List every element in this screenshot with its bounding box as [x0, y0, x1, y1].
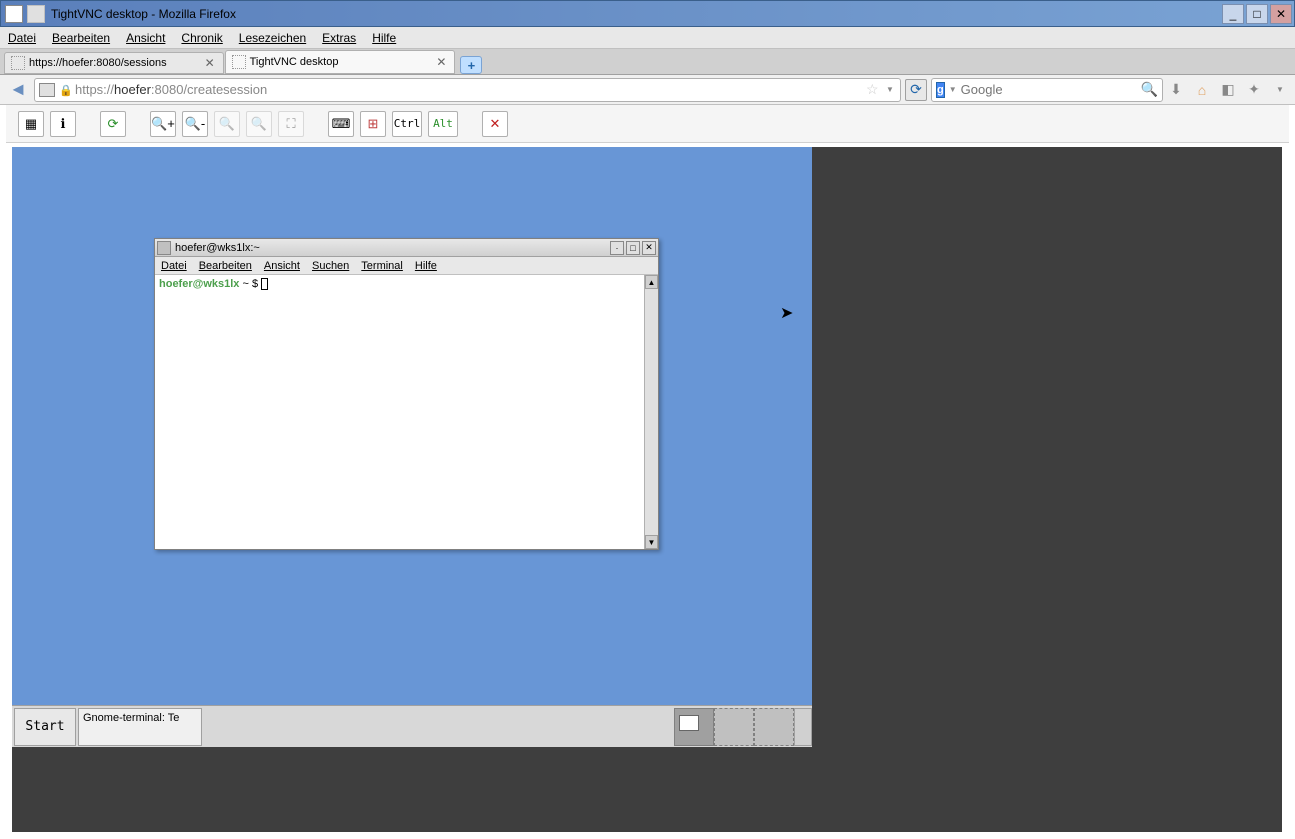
scroll-down-button[interactable]: ▼	[645, 535, 658, 549]
vnc-remote-desktop[interactable]: hoefer@wks1lx:~ · □ ✕ Datei Bearbeiten A…	[12, 147, 812, 747]
downloads-icon[interactable]: ⬇	[1167, 81, 1185, 99]
page-icon	[11, 56, 25, 70]
terminal-prompt-symbol: ~ $	[239, 278, 261, 290]
firefox-app-icon	[27, 5, 45, 23]
menu-datei[interactable]: Datei	[8, 31, 36, 45]
tab-close-button[interactable]: ✕	[203, 56, 217, 70]
tab-sessions[interactable]: https://hoefer:8080/sessions ✕	[4, 52, 224, 74]
term-menu-suchen[interactable]: Suchen	[312, 260, 349, 272]
search-bar[interactable]: g ▼ 🔍	[931, 78, 1163, 102]
window-title: TightVNC desktop - Mozilla Firefox	[49, 7, 1222, 21]
vnc-cad-button[interactable]: ⌨	[328, 111, 354, 137]
terminal-title: hoefer@wks1lx:~	[175, 242, 608, 254]
search-input[interactable]	[961, 82, 1137, 97]
terminal-shade-button[interactable]: ·	[610, 241, 624, 255]
menu-lesezeichen[interactable]: Lesezeichen	[239, 31, 306, 45]
search-engine-dropdown-icon[interactable]: ▼	[949, 85, 957, 94]
home-icon[interactable]: ⌂	[1193, 81, 1211, 99]
terminal-maximize-button[interactable]: □	[626, 241, 640, 255]
menu-extras[interactable]: Extras	[322, 31, 356, 45]
workspace-1[interactable]	[674, 708, 714, 746]
scroll-up-button[interactable]: ▲	[645, 275, 658, 289]
site-identity-icon[interactable]	[39, 83, 55, 97]
url-bar[interactable]: 🔒 https://hoefer:8080/createsession ☆ ▼	[34, 78, 901, 102]
vnc-winkey-button[interactable]: ⊞	[360, 111, 386, 137]
terminal-scrollbar[interactable]: ▲ ▼	[644, 275, 658, 549]
url-dropdown-icon[interactable]: ▼	[886, 85, 896, 94]
puzzle-icon[interactable]: ✦	[1245, 81, 1263, 99]
mouse-cursor-icon: ➤	[780, 303, 793, 323]
workspace-mini-window	[679, 715, 699, 731]
tab-label: https://hoefer:8080/sessions	[29, 57, 167, 69]
terminal-body[interactable]: hoefer@wks1lx ~ $ ▲ ▼	[155, 275, 658, 549]
term-menu-ansicht[interactable]: Ansicht	[264, 260, 300, 272]
workspace-2[interactable]	[714, 708, 754, 746]
back-button[interactable]: ◄	[6, 78, 30, 102]
vnc-refresh-button[interactable]: ⟳	[100, 111, 126, 137]
workspace-pager	[674, 708, 812, 746]
terminal-text-area[interactable]: hoefer@wks1lx ~ $	[155, 275, 644, 549]
vnc-toolbar: ▦ ℹ ⟳ 🔍+ 🔍- 🔍 🔍 ⛶ ⌨ ⊞ Ctrl Alt ✕	[6, 105, 1289, 143]
close-button[interactable]: ✕	[1270, 4, 1292, 24]
system-tray[interactable]	[794, 708, 812, 746]
page-content: hoefer@wks1lx:~ · □ ✕ Datei Bearbeiten A…	[12, 147, 1282, 832]
vnc-disconnect-button[interactable]: ✕	[482, 111, 508, 137]
terminal-close-button[interactable]: ✕	[642, 241, 656, 255]
terminal-titlebar[interactable]: hoefer@wks1lx:~ · □ ✕	[155, 239, 658, 257]
start-button[interactable]: Start	[14, 708, 76, 746]
toolbar-dropdown-icon[interactable]: ▼	[1271, 81, 1289, 99]
tab-close-button[interactable]: ✕	[434, 55, 448, 69]
term-menu-bearbeiten[interactable]: Bearbeiten	[199, 260, 252, 272]
menu-ansicht[interactable]: Ansicht	[126, 31, 165, 45]
terminal-system-icon[interactable]	[157, 241, 171, 255]
minimize-button[interactable]: _	[1222, 4, 1244, 24]
vnc-alt-button[interactable]: Alt	[428, 111, 458, 137]
bookmark-star-icon[interactable]: ☆	[866, 81, 882, 98]
vnc-info-button[interactable]: ℹ	[50, 111, 76, 137]
term-menu-hilfe[interactable]: Hilfe	[415, 260, 437, 272]
menu-bearbeiten[interactable]: Bearbeiten	[52, 31, 110, 45]
terminal-prompt-user: hoefer@wks1lx	[159, 278, 239, 290]
lock-icon: 🔒	[59, 84, 71, 96]
new-tab-button[interactable]: +	[460, 56, 482, 74]
zoom-out-button[interactable]: 🔍-	[182, 111, 208, 137]
vnc-ctrl-button[interactable]: Ctrl	[392, 111, 422, 137]
terminal-menubar: Datei Bearbeiten Ansicht Suchen Terminal…	[155, 257, 658, 275]
system-menu-icon[interactable]	[5, 5, 23, 23]
firefox-menubar: Datei Bearbeiten Ansicht Chronik Lesezei…	[0, 27, 1295, 49]
workspace-3[interactable]	[754, 708, 794, 746]
maximize-button[interactable]: □	[1246, 4, 1268, 24]
search-go-icon[interactable]: 🔍	[1141, 81, 1158, 98]
menu-hilfe[interactable]: Hilfe	[372, 31, 396, 45]
zoom-in-button[interactable]: 🔍+	[150, 111, 176, 137]
scroll-track[interactable]	[645, 289, 658, 535]
search-engine-icon[interactable]: g	[936, 82, 945, 98]
terminal-cursor	[261, 278, 268, 290]
window-titlebar: TightVNC desktop - Mozilla Firefox _ □ ✕	[0, 0, 1295, 27]
fullscreen-button[interactable]: ⛶	[278, 111, 304, 137]
remote-taskbar: Start Gnome-terminal: Te	[12, 705, 812, 747]
tab-tightvnc[interactable]: TightVNC desktop ✕	[225, 50, 456, 74]
zoom-fit-button[interactable]: 🔍	[246, 111, 272, 137]
tab-bar: https://hoefer:8080/sessions ✕ TightVNC …	[0, 49, 1295, 75]
navigation-toolbar: ◄ 🔒 https://hoefer:8080/createsession ☆ …	[0, 75, 1295, 105]
url-text: https://hoefer:8080/createsession	[75, 82, 267, 97]
term-menu-datei[interactable]: Datei	[161, 260, 187, 272]
vnc-options-button[interactable]: ▦	[18, 111, 44, 137]
menu-chronik[interactable]: Chronik	[181, 31, 222, 45]
taskbar-item-terminal[interactable]: Gnome-terminal: Te	[78, 708, 202, 746]
reload-button[interactable]: ⟳	[905, 79, 927, 101]
term-menu-terminal[interactable]: Terminal	[361, 260, 403, 272]
page-icon	[232, 55, 246, 69]
zoom-100-button[interactable]: 🔍	[214, 111, 240, 137]
tab-label: TightVNC desktop	[250, 56, 339, 68]
addon-icon[interactable]: ◧	[1219, 81, 1237, 99]
terminal-window[interactable]: hoefer@wks1lx:~ · □ ✕ Datei Bearbeiten A…	[154, 238, 659, 550]
